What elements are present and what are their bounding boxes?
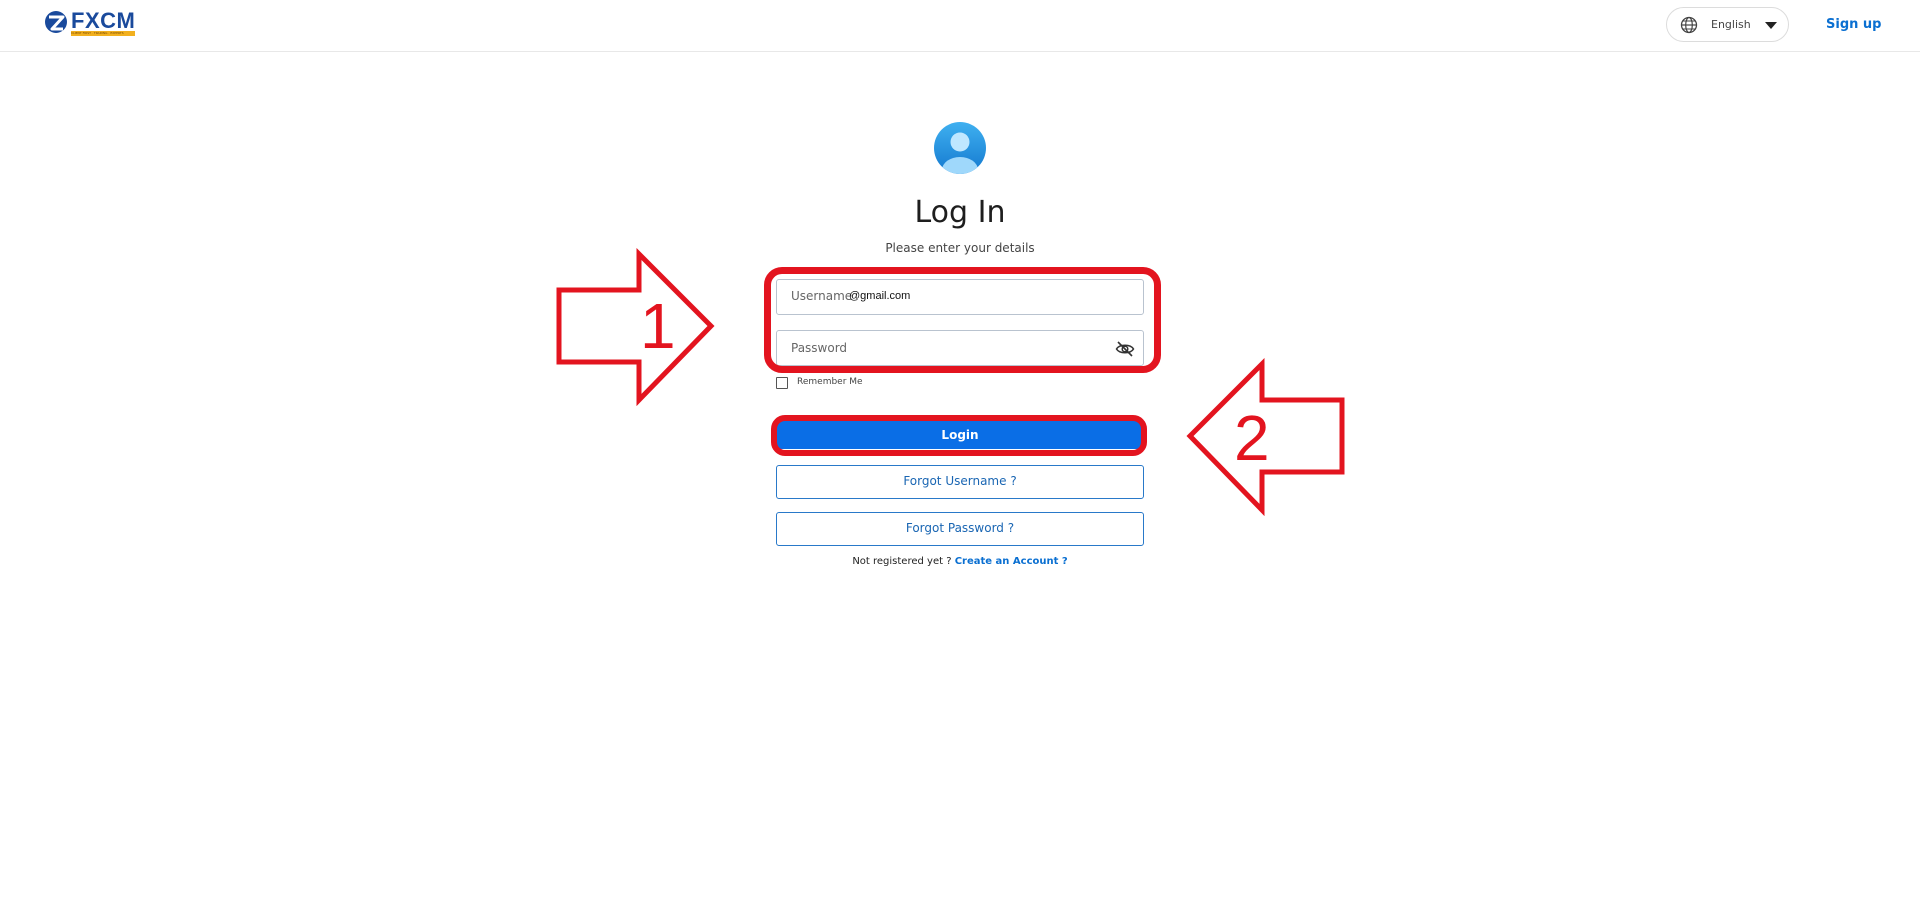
top-header: FXCM CLIENT FIRST · TRADING · EXPERTS En… [0,0,1920,52]
remember-me-checkbox[interactable] [776,377,788,389]
user-avatar-icon [934,122,986,174]
username-field[interactable]: Username @gmail.com [776,279,1144,315]
password-input[interactable] [777,331,1143,365]
create-account-link[interactable]: Create an Account ? [955,556,1068,567]
fxcm-logo[interactable]: FXCM CLIENT FIRST · TRADING · EXPERTS [44,9,140,37]
remember-me-label: Remember Me [797,377,863,387]
page-subtitle: Please enter your details [885,241,1035,255]
forgot-password-button[interactable]: Forgot Password ? [776,512,1144,546]
register-prompt: Not registered yet ? Create an Account ? [760,556,1160,567]
logo-tagline: CLIENT FIRST · TRADING · EXPERTS [71,31,135,36]
eye-slash-icon[interactable] [1115,340,1135,358]
language-label: English [1711,18,1751,31]
username-value: @gmail.com [849,290,911,302]
username-label: Username [791,289,853,303]
password-field[interactable] [776,330,1144,366]
language-select[interactable]: English [1666,7,1789,42]
fxcm-logo-icon [45,11,67,33]
annotation-step-2: 2 [1234,402,1270,474]
forgot-username-button[interactable]: Forgot Username ? [776,465,1144,499]
signup-link[interactable]: Sign up [1826,17,1881,32]
not-registered-text: Not registered yet ? [852,556,952,567]
annotation-step-1: 1 [640,290,676,362]
page-title: Log In [914,195,1006,230]
logo-text: FXCM [71,8,136,33]
login-button[interactable]: Login [776,421,1144,449]
chevron-down-icon [1765,22,1777,29]
annotation-arrow-1 [556,248,715,406]
globe-icon [1680,16,1698,34]
